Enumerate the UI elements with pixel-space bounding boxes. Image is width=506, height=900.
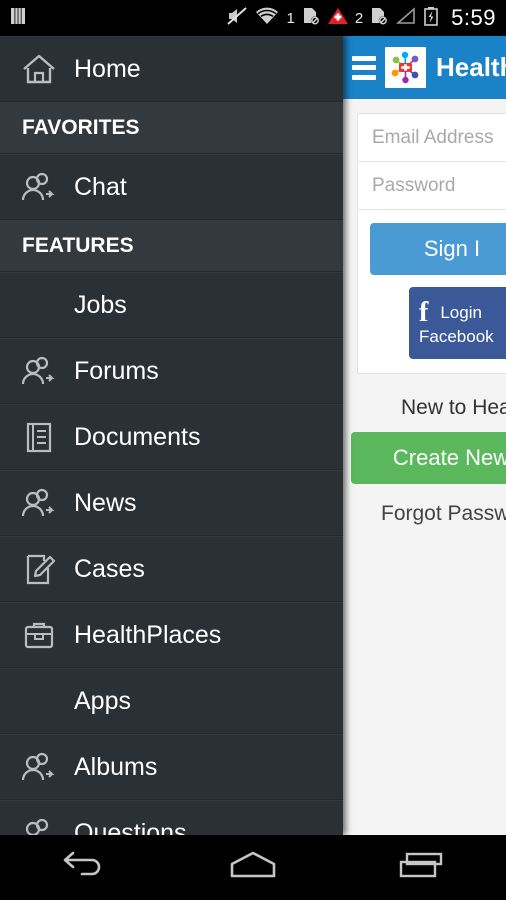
recent-apps-button[interactable] bbox=[337, 848, 506, 887]
sidebar-item-label: Forums bbox=[74, 356, 159, 385]
sidebar-section-favorites: FAVORITES bbox=[0, 102, 343, 154]
app-area: Health Email Address Password Sign I f L… bbox=[0, 36, 506, 835]
create-account-button[interactable]: Create New bbox=[351, 432, 506, 484]
email-field[interactable]: Email Address bbox=[358, 114, 506, 162]
sidebar-section-features: FEATURES bbox=[0, 220, 343, 272]
sidebar-item-home[interactable]: Home bbox=[0, 36, 343, 102]
sidebar-item-chat[interactable]: Chat bbox=[0, 154, 343, 220]
people-icon bbox=[14, 354, 64, 388]
navigation-drawer[interactable]: Home FAVORITES Chat FEATURES Jobs Forums… bbox=[0, 36, 343, 835]
sidebar-item-forums[interactable]: Forums bbox=[0, 338, 343, 404]
sidebar-item-documents[interactable]: Documents bbox=[0, 404, 343, 470]
sidebar-section-label: FEATURES bbox=[22, 234, 134, 257]
device-screen: 1 2 5:59 Healt Email Address Password Si… bbox=[0, 0, 506, 900]
facebook-login-button[interactable]: f Login Facebook bbox=[409, 287, 506, 359]
login-screen: Health Email Address Password Sign I f L… bbox=[343, 36, 506, 835]
sidebar-item-jobs[interactable]: Jobs bbox=[0, 272, 343, 338]
forgot-password-link[interactable]: Forgot Passwo bbox=[343, 502, 506, 526]
sd-card-removed-icon bbox=[369, 6, 389, 31]
sidebar-item-questions[interactable]: Questions bbox=[0, 800, 343, 835]
sidebar-item-label: Cases bbox=[74, 554, 145, 583]
people-icon bbox=[14, 486, 64, 520]
sidebar-item-label: News bbox=[74, 488, 137, 517]
facebook-row: f Login Facebook bbox=[358, 287, 506, 373]
sidebar-item-label: Apps bbox=[74, 686, 131, 715]
alert-triangle-icon bbox=[327, 6, 349, 31]
sign-in-row: Sign I bbox=[358, 210, 506, 287]
sidebar-item-healthplaces[interactable]: HealthPlaces bbox=[0, 602, 343, 668]
facebook-f-icon: f bbox=[419, 297, 429, 328]
sidebar-section-label: FAVORITES bbox=[22, 116, 140, 139]
back-button[interactable] bbox=[0, 848, 169, 887]
new-to-label: New to Hea bbox=[401, 396, 506, 419]
facebook-login-label: Login bbox=[440, 303, 482, 322]
healthnetwork-logo-icon bbox=[385, 47, 426, 88]
signal-icon bbox=[395, 6, 417, 31]
document-icon bbox=[14, 420, 64, 454]
status-clock: 5:59 bbox=[451, 5, 496, 30]
home-icon bbox=[14, 52, 64, 86]
sidebar-item-news[interactable]: News bbox=[0, 470, 343, 536]
hamburger-icon[interactable] bbox=[347, 53, 381, 83]
sign-in-button[interactable]: Sign I bbox=[370, 223, 506, 275]
status-icons: 1 2 5:59 bbox=[226, 5, 496, 31]
home-button[interactable] bbox=[169, 848, 338, 887]
sidebar-item-albums[interactable]: Albums bbox=[0, 734, 343, 800]
briefcase-icon bbox=[14, 618, 64, 652]
sidebar-item-label: Documents bbox=[74, 422, 201, 451]
people-icon bbox=[14, 816, 64, 835]
people-icon bbox=[14, 170, 64, 204]
wifi-icon bbox=[254, 6, 280, 31]
system-nav-bar bbox=[0, 835, 506, 900]
sd-badge-1: 1 bbox=[286, 9, 295, 27]
people-icon bbox=[14, 750, 64, 784]
home-outline-icon bbox=[224, 848, 282, 887]
app-bar: Health bbox=[343, 36, 506, 99]
recent-apps-icon bbox=[394, 848, 450, 887]
sidebar-item-label: Questions bbox=[74, 818, 187, 836]
sidebar-item-label: Home bbox=[74, 54, 141, 83]
app-title: Health bbox=[436, 52, 506, 82]
status-bar: 1 2 5:59 bbox=[0, 0, 506, 36]
login-card: Email Address Password Sign I f Login Fa… bbox=[357, 113, 506, 374]
sd-badge-2: 2 bbox=[354, 9, 364, 27]
sd-card-removed-icon bbox=[301, 6, 321, 31]
sidebar-item-label: HealthPlaces bbox=[74, 620, 222, 649]
sidebar-item-label: Jobs bbox=[74, 290, 127, 319]
sidebar-item-label: Chat bbox=[74, 172, 127, 201]
facebook-label: Facebook bbox=[419, 327, 494, 346]
battery-charging-icon bbox=[423, 6, 439, 31]
password-field[interactable]: Password bbox=[358, 162, 506, 210]
sidebar-item-label: Albums bbox=[74, 752, 158, 781]
sim-card-icon bbox=[10, 6, 26, 31]
back-arrow-icon bbox=[56, 848, 112, 887]
mute-icon bbox=[226, 6, 248, 31]
create-account-row: Create New bbox=[351, 432, 506, 484]
sidebar-item-cases[interactable]: Cases bbox=[0, 536, 343, 602]
edit-note-icon bbox=[14, 552, 64, 586]
sidebar-item-apps[interactable]: Apps bbox=[0, 668, 343, 734]
